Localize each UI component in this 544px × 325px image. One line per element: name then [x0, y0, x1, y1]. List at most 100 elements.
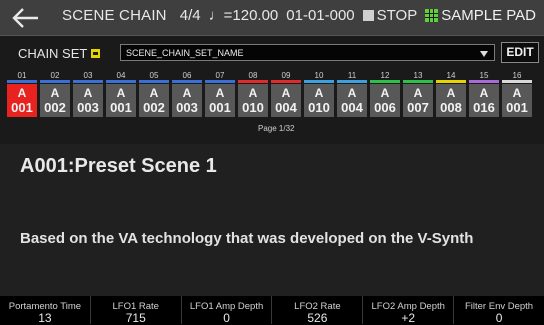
slot-number: 01: [17, 71, 27, 80]
slot-number: 06: [182, 71, 192, 80]
chain-slot-11[interactable]: 11 A 004: [336, 71, 368, 117]
chain-slot-10[interactable]: 10 A 010: [303, 71, 335, 117]
slot-color-bar: [436, 80, 466, 83]
chain-slot-07[interactable]: 07 A 001: [204, 71, 236, 117]
scene-name: A001:Preset Scene 1: [20, 155, 217, 177]
chain-set-name-select[interactable]: SCENE_CHAIN_SET_NAME: [120, 44, 495, 61]
chain-set-name-value: SCENE_CHAIN_SET_NAME: [126, 48, 244, 58]
scene-info-panel: A001:Preset Scene 1 Based on the VA tech…: [0, 144, 544, 296]
scene-tile[interactable]: A 001: [205, 84, 235, 117]
chain-set-panel: CHAIN SET SCENE_CHAIN_SET_NAME EDIT 01 A 0…: [0, 36, 544, 144]
scene-tile[interactable]: A 010: [238, 84, 268, 117]
scene-number: 001: [506, 100, 528, 115]
param-value: 0: [495, 311, 503, 325]
scene-bank: A: [83, 86, 93, 100]
chain-slot-06[interactable]: 06 A 003: [171, 71, 203, 117]
status-area: 4/4 ♩=120.00 01-01-000 STOP SAMPLE PAD: [172, 7, 536, 24]
scene-bank: A: [380, 86, 390, 100]
transport-status: STOP: [362, 7, 417, 24]
chain-slot-12[interactable]: 12 A 006: [369, 71, 401, 117]
scene-number: 002: [44, 100, 66, 115]
scene-tile[interactable]: A 002: [139, 84, 169, 117]
scene-tile[interactable]: A 006: [370, 84, 400, 117]
scene-tile[interactable]: A 007: [403, 84, 433, 117]
page-title: SCENE CHAIN: [62, 7, 167, 24]
chain-slot-02[interactable]: 02 A 002: [39, 71, 71, 117]
chain-slot-08[interactable]: 08 A 010: [237, 71, 269, 117]
scene-number: 004: [275, 100, 297, 115]
param-value: 13: [38, 311, 52, 325]
header-bar: SCENE CHAIN 4/4 ♩=120.00 01-01-000 STOP …: [0, 0, 544, 36]
scene-number: 008: [440, 100, 462, 115]
param-value: 715: [125, 311, 146, 325]
edit-button[interactable]: EDIT: [501, 42, 539, 63]
param-knob-6[interactable]: Filter Env Depth 0: [453, 296, 544, 324]
scene-number: 010: [242, 100, 264, 115]
slot-number: 04: [116, 71, 126, 80]
scene-tile[interactable]: A 008: [436, 84, 466, 117]
scene-number: 010: [308, 100, 330, 115]
scene-number: 004: [341, 100, 363, 115]
tempo-display[interactable]: ♩=120.00: [209, 7, 279, 24]
chain-set-label: CHAIN SET: [18, 46, 101, 61]
slot-color-bar: [337, 80, 367, 83]
chain-slot-01[interactable]: 01 A 001: [6, 71, 38, 117]
slot-number: 03: [83, 71, 93, 80]
sample-pad-button[interactable]: SAMPLE PAD: [425, 7, 536, 24]
slot-number: 10: [314, 71, 324, 80]
scene-tile[interactable]: A 004: [271, 84, 301, 117]
scene-number: 003: [176, 100, 198, 115]
scene-bank: A: [512, 86, 522, 100]
chain-slot-13[interactable]: 13 A 007: [402, 71, 434, 117]
scene-tile[interactable]: A 003: [73, 84, 103, 117]
scene-bank: A: [50, 86, 60, 100]
slot-color-bar: [370, 80, 400, 83]
scene-tile[interactable]: A 001: [106, 84, 136, 117]
slot-color-bar: [7, 80, 37, 83]
parameter-bar: Portamento Time 13 LFO1 Rate 715 LFO1 Amp De…: [0, 296, 544, 324]
back-button[interactable]: [6, 2, 46, 33]
chain-slot-16[interactable]: 16 A 001: [501, 71, 533, 117]
param-knob-5[interactable]: LFO2 Amp Depth +2: [362, 296, 453, 324]
chain-slot-15[interactable]: 15 A 016: [468, 71, 500, 117]
scene-number: 002: [143, 100, 165, 115]
param-knob-2[interactable]: LFO1 Rate 715: [89, 296, 181, 325]
chain-slot-04[interactable]: 04 A 001: [105, 71, 137, 117]
scene-tile[interactable]: A 016: [469, 84, 499, 117]
scene-number: 003: [77, 100, 99, 115]
scene-bank: A: [413, 86, 423, 100]
param-knob-3[interactable]: LFO1 Amp Depth 0: [180, 296, 272, 324]
scene-description: Based on the VA technology that was deve…: [20, 230, 474, 247]
scene-bank: A: [182, 86, 192, 100]
chain-slot-03[interactable]: 03 A 003: [72, 71, 104, 117]
slot-color-bar: [73, 80, 103, 83]
song-position: 01-01-000: [286, 7, 355, 24]
scene-tile[interactable]: A 010: [304, 84, 334, 117]
param-knob-1[interactable]: Portamento Time 13: [0, 296, 90, 324]
scene-tile[interactable]: A 003: [172, 84, 202, 117]
slot-number: 09: [281, 71, 291, 80]
slot-number: 12: [380, 71, 390, 80]
scene-bank: A: [347, 86, 357, 100]
scene-bank: A: [314, 86, 324, 100]
param-value: 526: [307, 311, 328, 325]
slot-number: 02: [50, 71, 60, 80]
slot-color-bar: [205, 80, 235, 83]
scene-bank: A: [281, 86, 291, 100]
chain-set-badge-icon: [91, 49, 101, 58]
scene-tile[interactable]: A 001: [7, 84, 37, 117]
chain-slot-09[interactable]: 09 A 004: [270, 71, 302, 117]
scene-tile[interactable]: A 002: [40, 84, 70, 117]
slot-number: 13: [413, 71, 423, 80]
chain-slot-05[interactable]: 05 A 002: [138, 71, 170, 117]
slot-number: 15: [479, 71, 489, 80]
time-signature: 4/4: [179, 7, 201, 24]
param-knob-4[interactable]: LFO2 Rate 526: [271, 296, 362, 324]
scene-tile[interactable]: A 004: [337, 84, 367, 117]
slot-number: 07: [215, 71, 225, 80]
chain-slot-14[interactable]: 14 A 008: [435, 71, 467, 117]
scene-tile[interactable]: A 001: [502, 84, 532, 117]
scene-bank: A: [215, 86, 225, 100]
scene-number: 006: [374, 100, 396, 115]
arrow-left-icon: [12, 8, 38, 28]
